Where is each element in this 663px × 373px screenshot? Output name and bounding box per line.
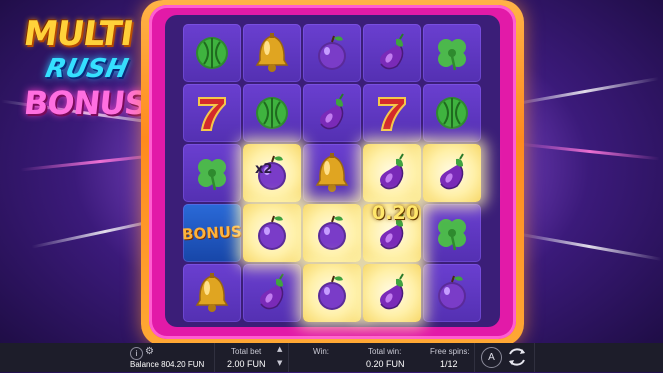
eggplant-icon <box>380 33 404 70</box>
reel-grid: x2 BONUS <box>181 24 483 324</box>
logo-multi: MULTI <box>21 14 136 54</box>
balance-display: Balance 804.20 FUN <box>130 360 205 369</box>
multiplier-label: x2 <box>255 162 273 177</box>
plum-icon <box>258 215 286 250</box>
eggplant-symbol <box>303 84 361 142</box>
autoplay-button[interactable]: A <box>481 347 502 368</box>
seven-icon <box>198 97 226 131</box>
total-bet-label: Total bet <box>231 347 262 356</box>
watermelon-symbol <box>423 84 481 142</box>
eggplant-icon <box>440 153 464 190</box>
plum-symbol <box>303 264 361 322</box>
spin-button[interactable] <box>505 345 529 369</box>
plum-icon <box>318 275 346 310</box>
seven-icon <box>378 97 406 131</box>
clover-icon <box>198 159 226 191</box>
settings-icon[interactable]: ⚙ <box>145 347 155 357</box>
logo-rush: RUSH <box>42 54 131 84</box>
seven-symbol <box>183 84 241 142</box>
bonus-label: BONUS <box>181 222 243 244</box>
clover-symbol <box>423 24 481 82</box>
game-logo: MULTI RUSH BONUS <box>21 14 148 124</box>
plum-symbol <box>303 24 361 82</box>
eggplant-icon <box>320 93 344 130</box>
bet-up-button[interactable]: ▲ <box>277 345 282 353</box>
watermelon-symbol <box>243 84 301 142</box>
free-spins-label: Free spins: <box>430 347 470 356</box>
bell-icon <box>315 153 349 192</box>
clover-icon <box>438 39 466 71</box>
plum-symbol <box>423 264 481 322</box>
watermelon-symbol <box>183 24 241 82</box>
eggplant-symbol <box>363 264 421 322</box>
spin-icon <box>509 348 525 366</box>
bottom-bar: i ⚙ Balance 804.20 FUN Total bet 2.00 FU… <box>0 343 663 372</box>
bell-icon <box>255 33 289 72</box>
info-icon[interactable]: i <box>130 347 143 360</box>
bet-down-button[interactable]: ▼ <box>277 359 282 367</box>
eggplant-symbol <box>423 144 481 202</box>
logo-bonus: BONUS <box>22 84 149 122</box>
plum-symbol <box>243 204 301 262</box>
plum-icon <box>318 215 346 250</box>
win-amount: 0.20 <box>372 202 419 224</box>
win-label: Win: <box>313 347 329 356</box>
seven-symbol <box>363 84 421 142</box>
plum-icon <box>438 275 466 310</box>
bell-symbol <box>183 264 241 322</box>
eggplant-symbol <box>243 264 301 322</box>
bonus-symbol: BONUS <box>181 204 243 262</box>
clover-symbol <box>183 144 241 202</box>
bell-symbol <box>243 24 301 82</box>
watermelon-icon <box>436 97 468 129</box>
clover-symbol <box>423 204 481 262</box>
light-streak <box>520 142 660 161</box>
eggplant-icon <box>380 153 404 190</box>
plum-symbol <box>303 204 361 262</box>
total-win-value: 0.20 FUN <box>366 359 405 369</box>
total-win-label: Total win: <box>368 347 402 356</box>
light-streak <box>515 232 663 261</box>
watermelon-icon <box>256 97 288 129</box>
bell-symbol <box>303 144 361 202</box>
bell-icon <box>195 273 229 312</box>
watermelon-icon <box>196 37 228 69</box>
clover-icon <box>438 219 466 251</box>
eggplant-symbol <box>363 144 421 202</box>
plum-icon <box>318 35 346 70</box>
plum-symbol: x2 <box>243 144 301 202</box>
eggplant-icon <box>380 273 404 310</box>
total-bet-value: 2.00 FUN <box>227 359 266 369</box>
free-spins-value: 1/12 <box>440 359 458 369</box>
light-streak <box>510 76 660 107</box>
eggplant-icon <box>260 273 284 310</box>
eggplant-symbol <box>363 24 421 82</box>
